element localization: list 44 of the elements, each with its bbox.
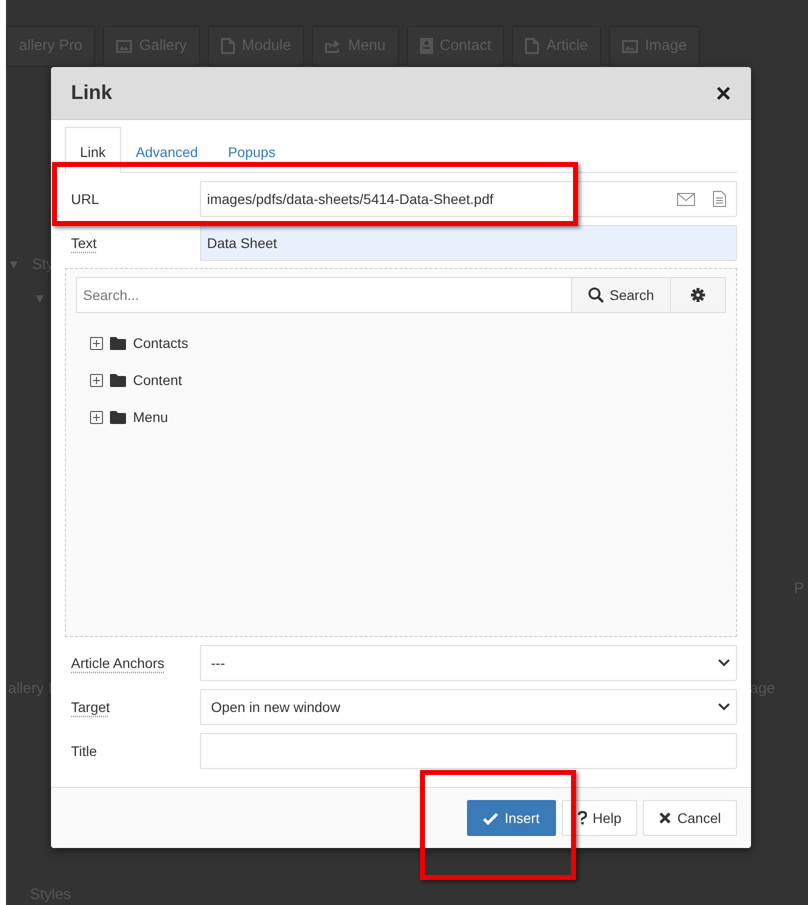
target-select[interactable]: Open in new window bbox=[200, 689, 737, 725]
question-icon bbox=[578, 811, 587, 825]
cancel-icon bbox=[659, 812, 672, 824]
field-label: Text bbox=[70, 234, 98, 252]
folder-icon bbox=[110, 374, 126, 387]
chevron-icon bbox=[718, 703, 730, 711]
folder-label: Menu bbox=[133, 408, 168, 427]
check-icon bbox=[482, 812, 499, 824]
share-icon bbox=[325, 40, 342, 53]
background-text: ▾ bbox=[10, 256, 18, 274]
tab[interactable]: Popups bbox=[212, 127, 290, 173]
field-label: Article Anchors bbox=[70, 654, 166, 672]
tree-item[interactable]: Contacts bbox=[90, 325, 726, 362]
field-label: Target bbox=[70, 698, 111, 717]
image-icon bbox=[116, 40, 132, 53]
folder-icon bbox=[110, 337, 126, 350]
close-button[interactable]: × bbox=[716, 80, 731, 106]
field-label: Title bbox=[70, 742, 98, 760]
folder-icon bbox=[110, 411, 126, 424]
cancel-button[interactable]: Cancel bbox=[643, 800, 737, 836]
page-icon bbox=[525, 38, 540, 54]
text-field[interactable]: Data Sheet bbox=[200, 225, 737, 261]
help-button[interactable]: Help bbox=[562, 800, 638, 836]
image-icon bbox=[622, 40, 638, 53]
anchors-select[interactable]: --- bbox=[200, 645, 737, 681]
field-label: URL bbox=[70, 190, 100, 208]
tree-item[interactable]: Content bbox=[90, 362, 726, 399]
folder-label: Content bbox=[133, 371, 182, 390]
page-icon bbox=[220, 38, 235, 54]
url-field[interactable]: images/pdfs/data-sheets/5414-Data-Sheet.pdf bbox=[200, 181, 737, 217]
expand-icon[interactable] bbox=[90, 337, 103, 350]
expand-icon[interactable] bbox=[90, 411, 103, 424]
expand-icon[interactable] bbox=[90, 374, 103, 387]
title-field[interactable] bbox=[200, 733, 737, 769]
folder-label: Contacts bbox=[133, 334, 188, 353]
tree-item[interactable]: Menu bbox=[90, 399, 726, 436]
tab[interactable]: Advanced bbox=[120, 127, 213, 173]
mail-icon bbox=[677, 192, 695, 206]
dialog-title: Link bbox=[71, 81, 112, 106]
background-text: ▾ bbox=[36, 290, 44, 308]
insert-button[interactable]: Insert bbox=[466, 800, 556, 836]
contact-icon bbox=[420, 38, 433, 54]
chevron-icon bbox=[718, 659, 730, 667]
document-icon bbox=[713, 191, 726, 207]
